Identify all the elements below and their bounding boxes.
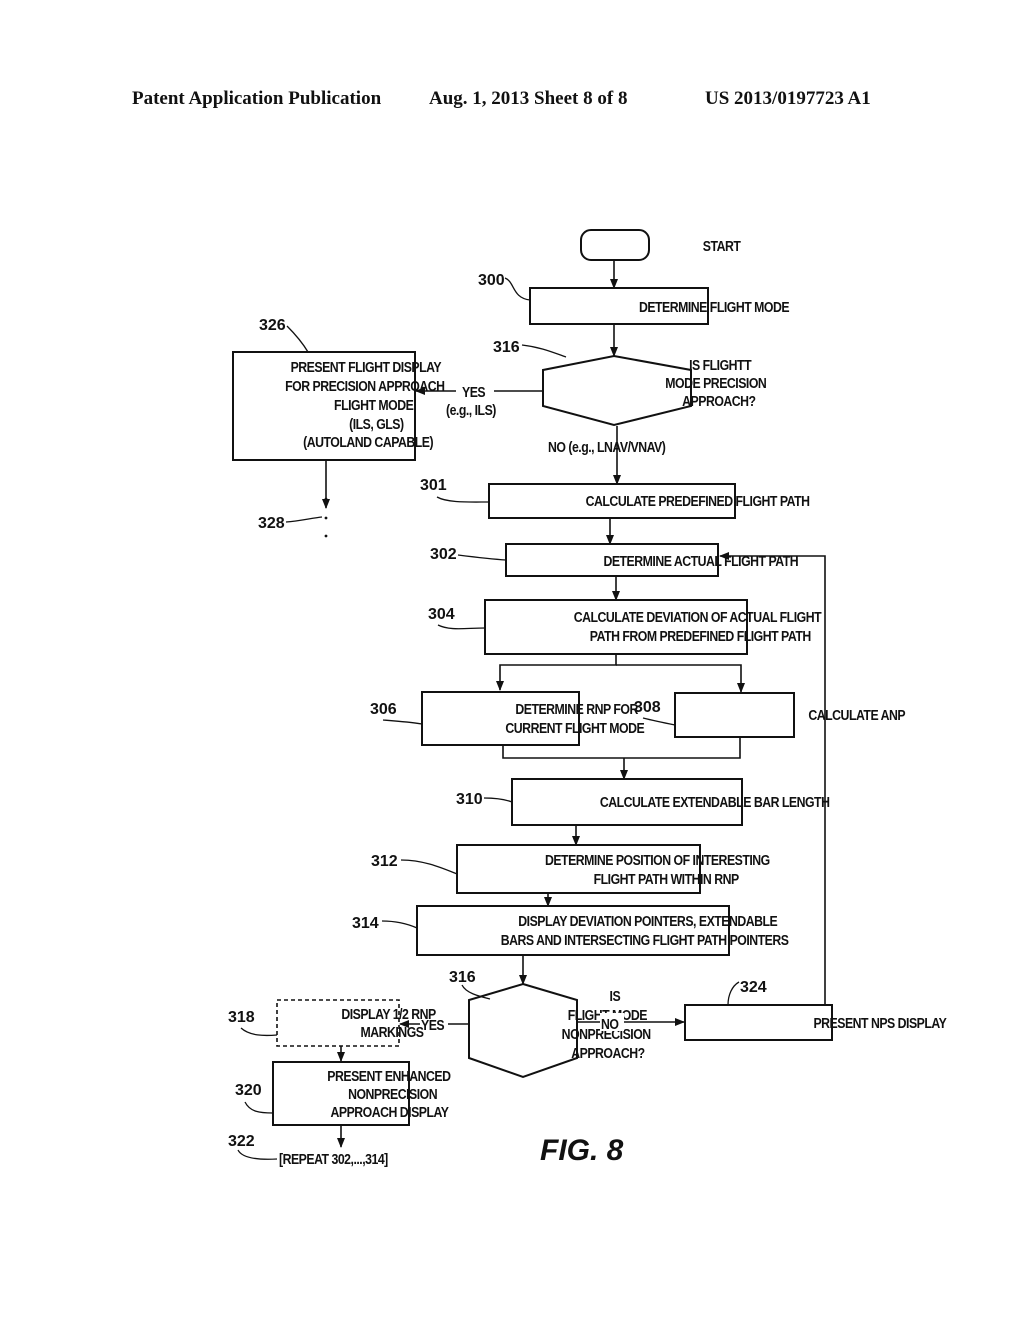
edge-yes-precision: YES xyxy=(462,384,485,400)
ref-324: 324 xyxy=(740,979,767,996)
ref-314: 314 xyxy=(352,915,379,932)
node-300: DETERMINE FLIGHT MODE 300 xyxy=(478,272,790,325)
decision-316a-line1: IS FLIGHTT xyxy=(689,357,752,373)
box-326-line4: (ILS, GLS) xyxy=(349,416,403,432)
leader-300 xyxy=(504,277,531,301)
leader-301 xyxy=(436,496,490,503)
box-326-line3: FLIGHT MODE xyxy=(334,397,414,413)
box-304-line2: PATH FROM PREDEFINED FLIGHT PATH xyxy=(590,628,811,644)
ref-328: 328 xyxy=(258,515,285,532)
leader-302 xyxy=(457,554,507,561)
leader-322 xyxy=(237,1149,278,1160)
node-314: DISPLAY DEVIATION POINTERS, EXTENDABLE B… xyxy=(352,905,789,956)
edge-yes-precision-example: (e.g., ILS) xyxy=(446,402,496,418)
decision-316a-line2: MODE PRECISION xyxy=(665,375,766,391)
node-308: CALCULATE ANP 308 xyxy=(634,692,906,738)
ref-316a: 316 xyxy=(493,339,520,356)
leader-306 xyxy=(382,719,423,725)
node-318: DISPLAY 1/2 RNP MARKINGS 318 xyxy=(228,999,437,1047)
box-324-text: PRESENT NPS DISPLAY xyxy=(813,1015,946,1031)
start-label: START xyxy=(703,238,742,254)
box-320-line2: NONPRECISION xyxy=(348,1086,437,1102)
ref-306: 306 xyxy=(370,701,397,718)
edge-no-nonprecision: NO xyxy=(601,1016,619,1032)
node-326: PRESENT FLIGHT DISPLAY FOR PRECISION APP… xyxy=(232,317,445,461)
ref-302: 302 xyxy=(430,546,457,563)
ref-300: 300 xyxy=(478,272,505,289)
box-326-line1: PRESENT FLIGHT DISPLAY xyxy=(291,359,442,375)
node-310: CALCULATE EXTENDABLE BAR LENGTH 310 xyxy=(456,778,830,826)
decision-316a-line3: APPROACH? xyxy=(682,393,756,409)
ref-318: 318 xyxy=(228,1009,255,1026)
box-304-line1: CALCULATE DEVIATION OF ACTUAL FLIGHT xyxy=(574,609,822,625)
box-301-text: CALCULATE PREDEFINED FLIGHT PATH xyxy=(586,493,810,509)
node-324: PRESENT NPS DISPLAY 324 xyxy=(684,979,947,1041)
decision-316b-line4: APPROACH? xyxy=(571,1045,645,1061)
leader-326 xyxy=(286,325,309,353)
box-312-line2: FLIGHT PATH WITHIN RNP xyxy=(594,871,739,887)
node-322: [REPEAT 302,...,314] 322 xyxy=(228,1133,388,1167)
node-start: START xyxy=(580,229,742,261)
node-304: CALCULATE DEVIATION OF ACTUAL FLIGHT PAT… xyxy=(428,599,823,655)
leader-312 xyxy=(400,859,458,875)
node-316a: IS FLIGHTT MODE PRECISION APPROACH? 316 xyxy=(493,339,767,427)
box-326-line2: FOR PRECISION APPROACH xyxy=(285,378,444,394)
box-324 xyxy=(684,1004,833,1041)
box-318-line2: MARKINGS xyxy=(360,1024,423,1040)
ref-326: 326 xyxy=(259,317,286,334)
box-312-line1: DETERMINE POSITION OF INTERESTING xyxy=(545,852,770,868)
leader-328 xyxy=(285,516,323,523)
node-306: DETERMINE RNP FOR CURRENT FLIGHT MODE 30… xyxy=(370,691,645,746)
continuation-dot xyxy=(324,534,328,538)
ref-304: 304 xyxy=(428,606,455,623)
node-312: DETERMINE POSITION OF INTERESTING FLIGHT… xyxy=(371,844,770,894)
box-306-line2: CURRENT FLIGHT MODE xyxy=(505,720,644,736)
flowchart: START DETERMINE FLIGHT MODE 300 IS FLIGH… xyxy=(228,229,947,1167)
ref-320: 320 xyxy=(235,1082,262,1099)
box-320-line3: APPROACH DISPLAY xyxy=(330,1104,448,1120)
box-300-text: DETERMINE FLIGHT MODE xyxy=(639,299,789,315)
node-302: DETERMINE ACTUAL FLIGHT PATH 302 xyxy=(430,543,799,577)
edge-no-precision: NO (e.g., LNAV/VNAV) xyxy=(548,439,665,455)
continuation-dot xyxy=(324,516,328,520)
start-terminal xyxy=(580,229,650,261)
node-328: 328 xyxy=(258,497,328,538)
box-302-text: DETERMINE ACTUAL FLIGHT PATH xyxy=(603,553,798,569)
box-326-line5: (AUTOLAND CAPABLE) xyxy=(303,434,433,450)
ref-310: 310 xyxy=(456,791,483,808)
decision-316b-line1: IS xyxy=(610,988,621,1004)
leader-314 xyxy=(381,920,418,929)
ref-312: 312 xyxy=(371,853,398,870)
leader-310 xyxy=(483,797,513,803)
box-306-line1: DETERMINE RNP FOR xyxy=(515,701,638,717)
box-314-line1: DISPLAY DEVIATION POINTERS, EXTENDABLE xyxy=(518,913,777,929)
repeat-text: [REPEAT 302,...,314] xyxy=(279,1151,388,1167)
ref-301: 301 xyxy=(420,477,447,494)
box-314-line2: BARS AND INTERSECTING FLIGHT PATH POINTE… xyxy=(501,932,789,948)
node-320: PRESENT ENHANCED NONPRECISION APPROACH D… xyxy=(235,1061,452,1126)
leader-320 xyxy=(244,1101,274,1114)
leader-308 xyxy=(642,717,676,726)
box-308 xyxy=(674,692,795,738)
arrow-304-to-308 xyxy=(616,664,745,693)
ref-322: 322 xyxy=(228,1133,255,1150)
ref-316b: 316 xyxy=(449,969,476,986)
continuation-dot xyxy=(324,497,328,501)
leader-316a xyxy=(521,344,567,358)
leader-318 xyxy=(240,1027,278,1037)
box-308-text: CALCULATE ANP xyxy=(808,707,905,723)
box-310-text: CALCULATE EXTENDABLE BAR LENGTH xyxy=(600,794,830,810)
box-318-line1: DISPLAY 1/2 RNP xyxy=(341,1006,436,1022)
arrow-304-to-306 xyxy=(496,654,617,691)
box-320-line1: PRESENT ENHANCED xyxy=(327,1068,451,1084)
node-301: CALCULATE PREDEFINED FLIGHT PATH 301 xyxy=(420,477,810,519)
figure-label: FIG. 8 xyxy=(540,1134,624,1167)
leader-304 xyxy=(437,624,486,630)
leader-324 xyxy=(727,981,740,1006)
ref-308: 308 xyxy=(634,699,661,716)
